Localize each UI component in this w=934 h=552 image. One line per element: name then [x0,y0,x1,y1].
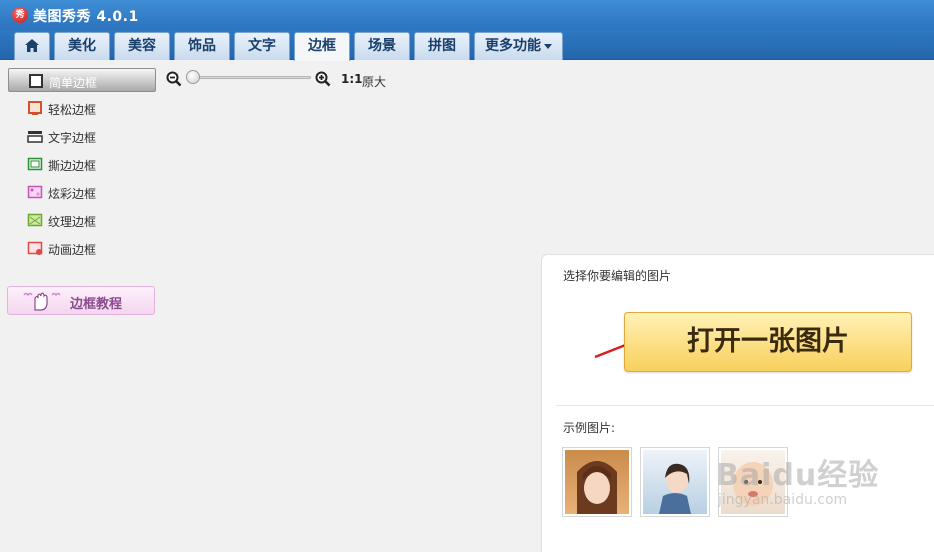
hand-icon [23,292,61,311]
panel-divider [556,405,934,406]
colorful-frame-icon [27,185,43,199]
sidebar-item-label: 炫彩边框 [48,187,97,201]
original-size-label[interactable]: 原大 [362,73,386,90]
main-tab-bar: 美化 美容 饰品 文字 边框 场景 拼图 更多功能 [0,30,934,61]
app-title: 美图秀秀 4.0.1 [33,9,139,25]
tab-more-features[interactable]: 更多功能 [474,32,563,60]
tab-home[interactable] [14,32,50,60]
watermark-brand: Baidu经验 [716,458,880,493]
tab-more-label: 更多功能 [485,38,541,54]
tab-collage[interactable]: 拼图 [414,32,470,60]
simple-frame-icon [29,74,43,88]
tab-scenes[interactable]: 场景 [354,32,410,60]
frame-tutorial-button[interactable]: 边框教程 [7,286,155,315]
actual-size-button[interactable]: 1:1 [341,72,363,86]
sample-image-girl-denim [643,450,707,514]
open-image-button[interactable]: 打开一张图片 [624,312,912,372]
sidebar-item-easy-frame[interactable]: 轻松边框 [8,96,156,120]
sample-thumbnail[interactable] [640,447,710,517]
zoom-slider-track[interactable] [193,76,311,79]
torn-frame-icon [27,157,43,171]
watermark-url: jingyan.baidu.com [718,492,848,508]
sidebar-item-label: 简单边框 [49,76,98,90]
sidebar-item-texture-frame[interactable]: 纹理边框 [8,208,156,232]
frame-category-sidebar: 简单边框 轻松边框 文字边框 撕边边框 炫彩边框 纹理边框 动画边框 边框教程 [0,61,160,552]
tutorial-label: 边框教程 [70,297,123,312]
easy-frame-icon [28,101,42,115]
panel-title: 选择你要编辑的图片 [563,269,672,283]
sidebar-item-animation-frame[interactable]: 动画边框 [8,236,156,260]
sample-thumbnail[interactable] [562,447,632,517]
sample-image-girl-bangs [565,450,629,514]
sidebar-item-label: 撕边边框 [48,159,97,173]
title-bar: 秀 美图秀秀 4.0.1 [0,0,934,30]
sidebar-item-colorful-frame[interactable]: 炫彩边框 [8,180,156,204]
tab-frames[interactable]: 边框 [294,32,350,61]
tab-makeup[interactable]: 美容 [114,32,170,60]
zoom-out-icon[interactable] [166,71,182,87]
app-logo-icon: 秀 [12,7,28,23]
texture-frame-icon [27,213,43,227]
caret-down-icon [544,43,552,49]
sidebar-item-label: 动画边框 [48,243,97,257]
sidebar-item-text-frame[interactable]: 文字边框 [8,124,156,148]
sidebar-item-simple-frame[interactable]: 简单边框 [8,68,156,92]
tab-beautify[interactable]: 美化 [54,32,110,60]
baidu-jingyan-watermark: Baidu经验 jingyan.baidu.com [716,450,879,508]
sidebar-item-label: 轻松边框 [48,103,97,117]
home-icon [25,39,39,52]
tab-text[interactable]: 文字 [234,32,290,60]
sample-images-label: 示例图片: [563,421,616,435]
sidebar-item-label: 文字边框 [48,131,97,145]
animation-frame-icon [27,241,43,255]
tab-accessories[interactable]: 饰品 [174,32,230,60]
sidebar-item-torn-frame[interactable]: 撕边边框 [8,152,156,176]
sidebar-item-label: 纹理边框 [48,215,97,229]
zoom-slider-handle[interactable] [186,70,200,84]
text-frame-icon [27,131,43,143]
zoom-in-icon[interactable] [315,71,331,87]
